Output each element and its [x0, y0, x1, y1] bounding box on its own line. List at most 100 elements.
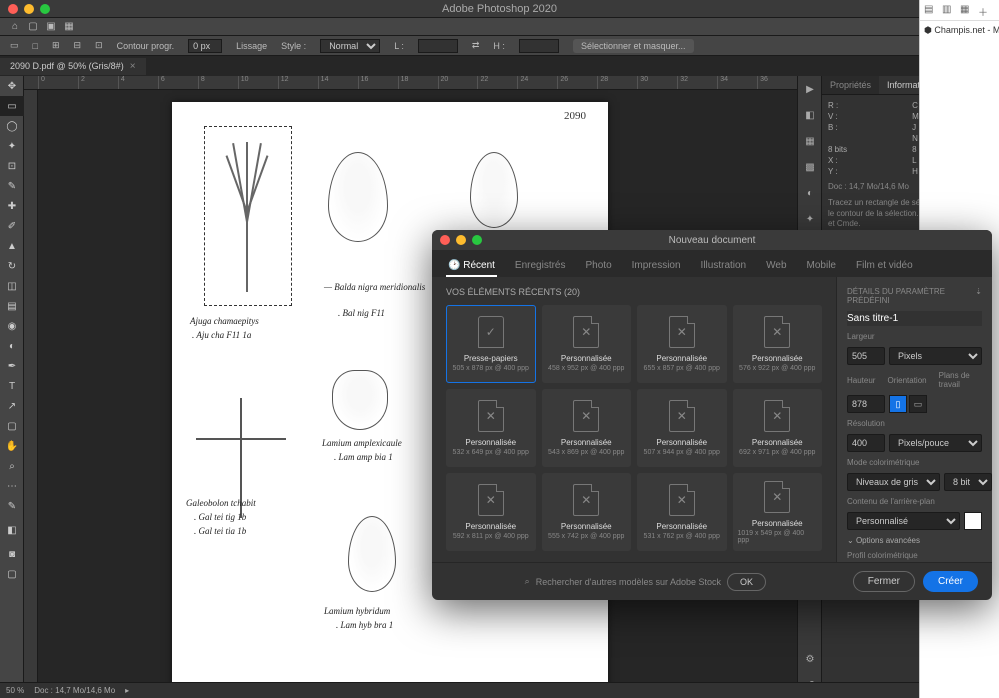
panel-patterns-icon[interactable]: ▩ [798, 154, 822, 180]
home-icon[interactable]: ⌂ [8, 20, 22, 34]
preset-item[interactable]: ✕Personnalisée576 x 922 px @ 400 ppp [733, 305, 823, 383]
feather-input[interactable] [188, 39, 222, 53]
tool-brush[interactable]: ✐ [0, 216, 24, 236]
tool-move[interactable]: ✥ [0, 76, 24, 96]
tool-eyedropper[interactable]: ✎ [0, 176, 24, 196]
reader-icon[interactable]: ▥ [942, 4, 954, 16]
tool-history-brush[interactable]: ↻ [0, 256, 24, 276]
panel-gradients-icon[interactable]: ▦ [798, 128, 822, 154]
close-button[interactable]: Fermer [853, 571, 915, 592]
tool-blur[interactable]: ◉ [0, 316, 24, 336]
screen-mode-icon[interactable]: ▢ [0, 564, 24, 584]
save-preset-icon[interactable]: ⇣ [975, 287, 982, 305]
dialog-tab-photo[interactable]: Photo [584, 256, 614, 277]
orientation-portrait-button[interactable]: ▯ [889, 395, 907, 413]
status-zoom[interactable]: 50 % [6, 686, 24, 695]
stock-search-ok-button[interactable]: OK [727, 573, 766, 591]
foreground-background-swatch[interactable]: ◧ [0, 516, 24, 544]
tool-shape[interactable]: ▢ [0, 416, 24, 436]
width-input[interactable] [418, 39, 458, 53]
selection-mode-intersect-icon[interactable]: ⊡ [95, 40, 103, 51]
preset-item[interactable]: ✕Personnalisée692 x 971 px @ 400 ppp [733, 389, 823, 467]
artboards-checkbox[interactable] [931, 397, 945, 411]
dialog-tab-illustration[interactable]: Illustration [699, 256, 749, 277]
tool-edit-toolbar[interactable]: ✎ [0, 496, 24, 516]
orientation-landscape-button[interactable]: ▭ [909, 395, 927, 413]
tool-gradient[interactable]: ▤ [0, 296, 24, 316]
width-input[interactable] [847, 347, 885, 365]
tool-marquee[interactable]: ▭ [0, 96, 24, 116]
chevron-right-icon[interactable]: ▸ [125, 686, 129, 695]
selection-mode-new-icon[interactable]: □ [33, 41, 38, 51]
preset-item[interactable]: ✕Personnalisée531 x 762 px @ 400 ppp [637, 473, 727, 551]
dialog-tab-film et vidéo[interactable]: Film et vidéo [854, 256, 915, 277]
tool-zoom[interactable]: ⌕ [0, 456, 24, 476]
background-color-swatch[interactable] [964, 512, 982, 530]
tool-path[interactable]: ↗ [0, 396, 24, 416]
dialog-tab-web[interactable]: Web [764, 256, 788, 277]
document-name-input[interactable] [847, 311, 982, 326]
advanced-options-toggle[interactable]: ⌄ Options avancées [847, 536, 982, 545]
tool-type[interactable]: T [0, 376, 24, 396]
document-tab[interactable]: 2090 D.pdf @ 50% (Gris/8#) × [0, 58, 146, 75]
style-select[interactable]: Normal [320, 39, 380, 53]
preset-item[interactable]: ✕Personnalisée592 x 811 px @ 400 ppp [446, 473, 536, 551]
dialog-close-button[interactable] [440, 235, 450, 245]
preset-item[interactable]: ✕Personnalisée507 x 944 px @ 400 ppp [637, 389, 727, 467]
tab-properties[interactable]: Propriétés [822, 76, 879, 94]
dialog-minimize-button[interactable] [456, 235, 466, 245]
preset-item[interactable]: ✕Personnalisée555 x 742 px @ 400 ppp [542, 473, 632, 551]
width-unit-select[interactable]: Pixels [889, 347, 982, 365]
preset-item[interactable]: ✕Personnalisée655 x 857 px @ 400 ppp [637, 305, 727, 383]
window-close-button[interactable] [8, 4, 18, 14]
resolution-input[interactable] [847, 434, 885, 452]
dialog-tab-impression[interactable]: Impression [630, 256, 683, 277]
tool-dodge[interactable]: ◐ [0, 336, 24, 356]
preset-item[interactable]: ✕Personnalisée1019 x 549 px @ 400 ppp [733, 473, 823, 551]
height-input[interactable] [519, 39, 559, 53]
dialog-tab-mobile[interactable]: Mobile [805, 256, 838, 277]
stock-search-label[interactable]: Rechercher d'autres modèles sur Adobe St… [536, 577, 721, 587]
tool-hand[interactable]: ✋ [0, 436, 24, 456]
tool-pen[interactable]: ✒ [0, 356, 24, 376]
close-tab-icon[interactable]: × [130, 61, 136, 72]
tool-more[interactable]: ⋯ [0, 476, 24, 496]
new-doc-icon[interactable]: ▢ [26, 20, 40, 34]
panel-color-icon[interactable]: ▶ [798, 76, 822, 102]
swap-icon[interactable]: ⇄ [472, 40, 480, 51]
panel-actions-icon[interactable]: ⚙ [798, 646, 822, 672]
tool-crop[interactable]: ⊡ [0, 156, 24, 176]
tabs-icon[interactable]: ▦ [960, 4, 972, 16]
quick-mask-icon[interactable]: ◙ [0, 544, 24, 564]
selection-mode-add-icon[interactable]: ⊞ [52, 40, 60, 51]
height-input[interactable] [847, 395, 885, 413]
background-select[interactable]: Personnalisé [847, 512, 960, 530]
preset-item[interactable]: ✕Personnalisée532 x 649 px @ 400 ppp [446, 389, 536, 467]
panel-swatches-icon[interactable]: ◧ [798, 102, 822, 128]
create-button[interactable]: Créer [923, 571, 978, 592]
preset-item[interactable]: ✓Presse-papiers505 x 878 px @ 400 ppp [446, 305, 536, 383]
sidebar-icon[interactable]: ▤ [924, 4, 936, 16]
color-mode-select[interactable]: Niveaux de gris [847, 473, 940, 491]
tool-eraser[interactable]: ◫ [0, 276, 24, 296]
add-tab-icon[interactable]: ＋ [978, 4, 990, 16]
preset-item[interactable]: ✕Personnalisée543 x 869 px @ 400 ppp [542, 389, 632, 467]
tool-stamp[interactable]: ▲ [0, 236, 24, 256]
resolution-unit-select[interactable]: Pixels/pouce [889, 434, 982, 452]
arrange-icon[interactable]: ▦ [62, 20, 76, 34]
tool-healing[interactable]: ✚ [0, 196, 24, 216]
dialog-tab-récent[interactable]: 🕑 Récent [446, 256, 497, 277]
tool-wand[interactable]: ✦ [0, 136, 24, 156]
color-depth-select[interactable]: 8 bit [944, 473, 992, 491]
status-doc-info[interactable]: Doc : 14,7 Mo/14,6 Mo [34, 686, 115, 695]
dialog-tab-enregistrés[interactable]: Enregistrés [513, 256, 568, 277]
window-zoom-button[interactable] [40, 4, 50, 14]
selection-mode-subtract-icon[interactable]: ⊟ [74, 40, 82, 51]
browser-tab-title[interactable]: Champis.net - Myco... [934, 25, 999, 35]
panel-styles-icon[interactable]: ✦ [798, 206, 822, 232]
preset-item[interactable]: ✕Personnalisée458 x 952 px @ 400 ppp [542, 305, 632, 383]
tool-lasso[interactable]: ◯ [0, 116, 24, 136]
window-minimize-button[interactable] [24, 4, 34, 14]
select-and-mask-button[interactable]: Sélectionner et masquer... [573, 39, 694, 53]
dialog-zoom-button[interactable] [472, 235, 482, 245]
